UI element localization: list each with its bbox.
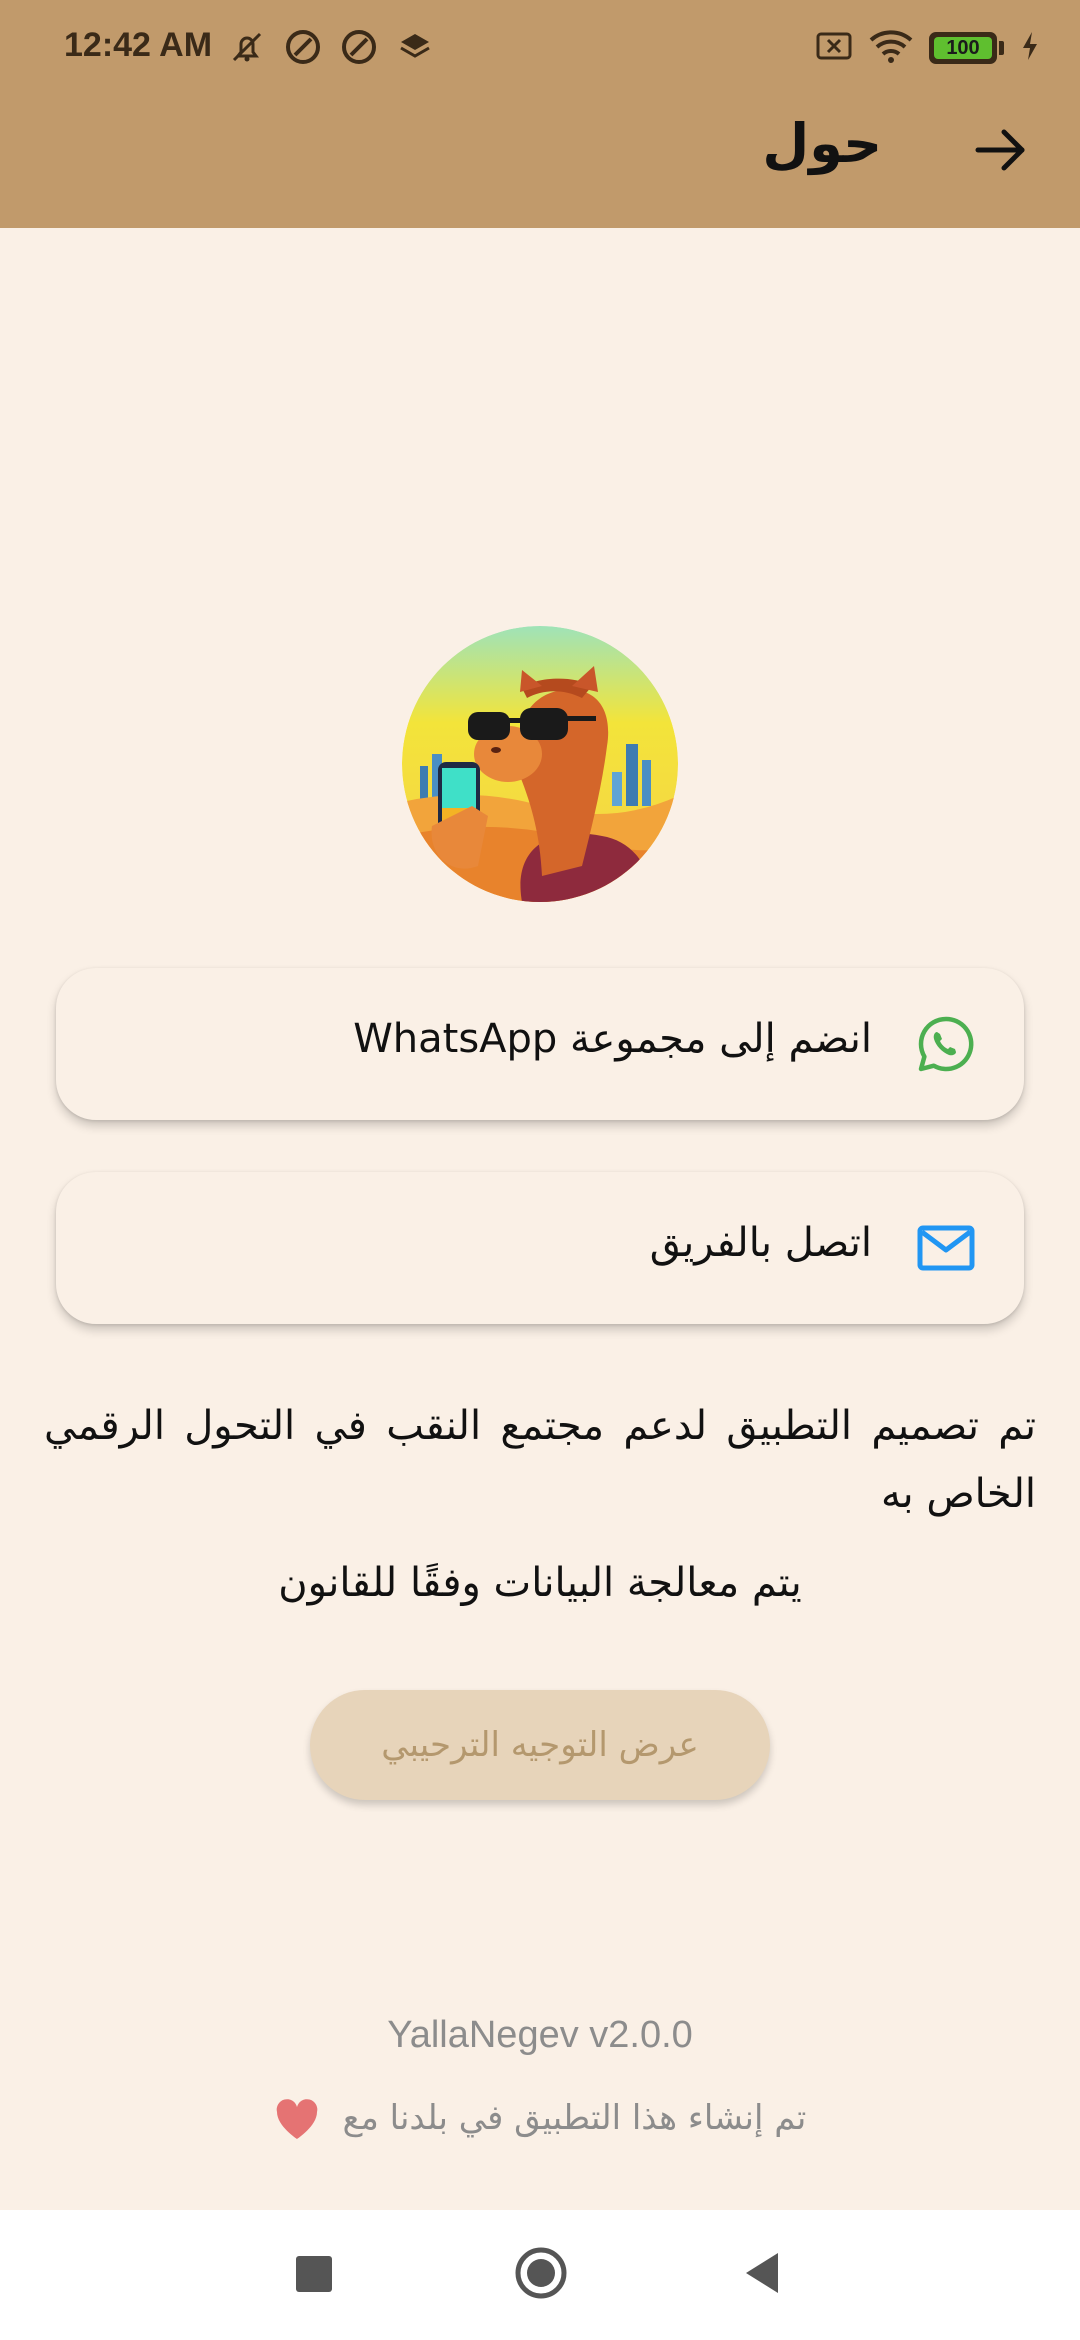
recents-button[interactable] bbox=[296, 2256, 332, 2292]
show-onboarding-button[interactable]: عرض التوجيه الترحيبي bbox=[310, 1690, 770, 1800]
status-system-icons: 100 bbox=[815, 28, 1040, 68]
contact-team-button[interactable]: اتصل بالفريق bbox=[56, 1172, 1024, 1324]
status-bar: 12:42 AM 100 bbox=[0, 0, 1080, 96]
blocked-app-icon bbox=[284, 28, 322, 66]
whatsapp-icon bbox=[916, 1014, 976, 1074]
back-arrow-icon[interactable] bbox=[972, 122, 1032, 178]
muted-bell-icon bbox=[228, 28, 266, 66]
battery-level: 100 bbox=[946, 36, 980, 59]
charging-icon bbox=[1020, 30, 1040, 66]
home-button[interactable] bbox=[514, 2246, 568, 2300]
page-title: حول bbox=[762, 112, 882, 175]
made-with-love: تم إنشاء هذا التطبيق في بلدنا مع bbox=[0, 2098, 1080, 2141]
data-processing-notice: يتم معالجة البيانات وفقًا للقانون bbox=[278, 1560, 802, 1606]
app-description: تم تصميم التطبيق لدعم مجتمع النقب في الت… bbox=[44, 1403, 1036, 1517]
sim-off-icon bbox=[815, 29, 853, 67]
mail-icon bbox=[916, 1218, 976, 1278]
app-version: YallaNegev v2.0.0 bbox=[387, 2014, 693, 2056]
system-nav-bar bbox=[0, 2210, 1080, 2340]
blocked-app-icon-2 bbox=[340, 28, 378, 66]
join-whatsapp-button[interactable]: انضم إلى مجموعة WhatsApp bbox=[56, 968, 1024, 1120]
back-button[interactable] bbox=[742, 2250, 780, 2296]
app-logo bbox=[402, 626, 678, 902]
heart-icon bbox=[274, 2098, 320, 2141]
app-bar: 12:42 AM 100 حول bbox=[0, 0, 1080, 228]
layers-icon bbox=[396, 28, 434, 66]
battery-icon: 100 bbox=[929, 32, 997, 64]
status-time: 12:42 AM bbox=[64, 26, 213, 64]
made-with-text: تم إنشاء هذا التطبيق في بلدنا مع bbox=[342, 2098, 807, 2138]
contact-team-label: اتصل بالفريق bbox=[649, 1220, 872, 1266]
wifi-icon bbox=[869, 28, 913, 68]
status-notification-icons bbox=[228, 28, 434, 66]
join-whatsapp-label: انضم إلى مجموعة WhatsApp bbox=[353, 1016, 872, 1062]
